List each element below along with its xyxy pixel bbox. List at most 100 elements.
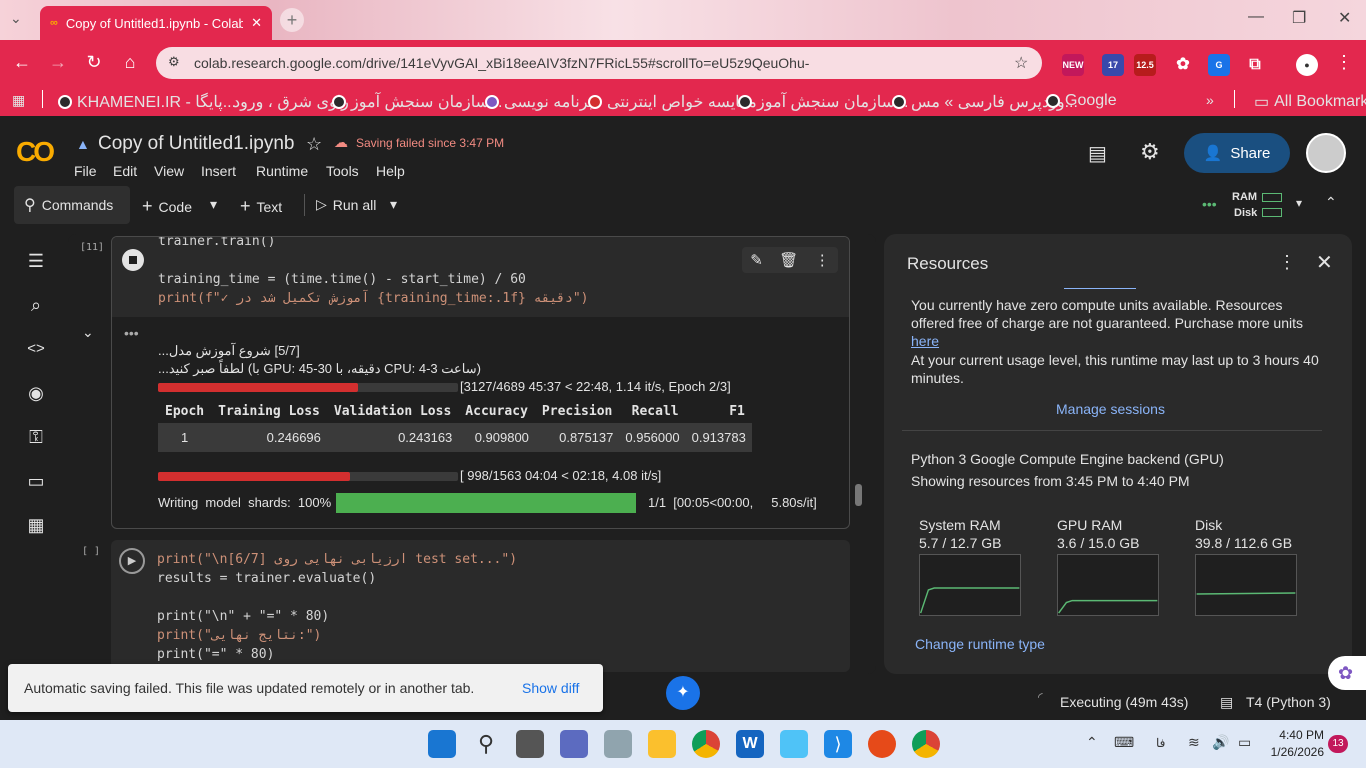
new-tab-button[interactable]: + — [280, 8, 304, 32]
keyboard-icon[interactable]: ⌨ — [1114, 734, 1134, 751]
browser-menu-icon[interactable]: ⋮ — [1332, 52, 1356, 73]
menu-runtime[interactable]: Runtime — [256, 163, 308, 179]
bookmark-item[interactable]: مقایسه خواص اینترنتی — [588, 92, 757, 112]
comments-icon[interactable]: ▤ — [1088, 141, 1107, 166]
code-cell[interactable]: ▶ print("\n[6/7] ارزیابی نهایی روی test … — [111, 540, 850, 672]
vscode-icon[interactable]: ⟩ — [824, 730, 852, 758]
output-menu-icon[interactable]: ••• — [124, 325, 139, 341]
show-hidden-icons[interactable]: ⌃ — [1086, 734, 1098, 751]
extension-badge-new[interactable]: NEW — [1062, 54, 1084, 76]
run-all-button[interactable]: ▷ Run all — [316, 196, 376, 213]
terminal-table-icon[interactable]: ▦ — [24, 513, 48, 537]
colab-logo[interactable]: CO — [16, 136, 55, 168]
close-tab-icon[interactable]: ✕ — [251, 15, 262, 31]
back-icon[interactable]: ← — [10, 52, 34, 73]
variables-icon[interactable]: ◉ — [24, 381, 48, 405]
more-icon[interactable]: ⋮ — [815, 251, 830, 269]
add-text-button[interactable]: + Text — [240, 196, 282, 217]
code-dropdown-icon[interactable]: ▾ — [210, 196, 217, 213]
close-icon[interactable]: ✕ — [1316, 250, 1333, 275]
assistant-icon[interactable]: ✿ — [1328, 656, 1366, 690]
extension-badge-17[interactable]: 17 — [1102, 54, 1124, 76]
url-input[interactable]: ⚙ colab.research.google.com/drive/141eVy… — [156, 47, 1042, 79]
more-icon[interactable]: ⋮ — [1278, 252, 1296, 273]
extensions-puzzle-icon[interactable]: ⧉ — [1244, 54, 1266, 76]
meet-icon[interactable] — [560, 730, 588, 758]
apps-grid-icon[interactable]: ▦ — [12, 92, 25, 109]
change-runtime-link[interactable]: Change runtime type — [915, 636, 1045, 652]
notebook-title[interactable]: Copy of Untitled1.ipynb — [98, 133, 294, 155]
save-status[interactable]: Saving failed since 3:47 PM — [356, 136, 504, 150]
bookmark-star-icon[interactable]: ☆ — [1014, 53, 1028, 73]
restore-icon[interactable]: ❐ — [1292, 8, 1306, 28]
clock-time[interactable]: 4:40 PM — [1266, 728, 1324, 742]
secrets-key-icon[interactable]: ⚿ — [24, 425, 48, 449]
edit-icon[interactable]: ✎ — [750, 251, 763, 269]
code-snippets-icon[interactable]: <> — [24, 337, 48, 361]
menu-insert[interactable]: Insert — [201, 163, 236, 179]
runtime-dropdown-icon[interactable]: ▾ — [1296, 196, 1302, 210]
battery-icon[interactable]: ▭ — [1238, 734, 1251, 751]
menu-edit[interactable]: Edit — [113, 163, 137, 179]
code-cell[interactable]: trainer.train() training_time = (time.ti… — [111, 236, 850, 529]
bookmark-item[interactable]: سازمان سنجش آموز... — [332, 92, 502, 112]
word-icon[interactable]: W — [736, 730, 764, 758]
commands-button[interactable]: ⚲ Commands — [14, 186, 130, 224]
collapse-output-icon[interactable]: ⌄ — [82, 324, 94, 341]
browser-tab[interactable]: ∞ Copy of Untitled1.ipynb - Colab ✕ — [40, 6, 272, 40]
ram-meter[interactable] — [1262, 193, 1282, 202]
menu-tools[interactable]: Tools — [326, 163, 359, 179]
run-cell-button[interactable]: ▶ — [119, 548, 145, 574]
start-windows-icon[interactable] — [428, 730, 456, 758]
chrome-profile-icon[interactable] — [912, 730, 940, 758]
executing-status[interactable]: Executing (49m 43s) — [1060, 694, 1188, 710]
extension-badge-125[interactable]: 12.5 — [1134, 54, 1156, 76]
chrome-icon[interactable] — [692, 730, 720, 758]
settings-gear-icon[interactable]: ⚙ — [1140, 139, 1160, 165]
collapse-header-icon[interactable]: ⌃ — [1325, 194, 1337, 211]
bookmark-item[interactable]: برنامه نویسی — [485, 92, 593, 112]
stop-execution-button[interactable] — [122, 249, 144, 271]
bookmark-item[interactable]: Google — [1046, 92, 1117, 110]
find-replace-icon[interactable]: ⌕ — [24, 293, 48, 317]
gemini-sparkle-icon[interactable]: ✦ — [666, 676, 700, 710]
menu-file[interactable]: File — [74, 163, 97, 179]
photos-icon[interactable] — [780, 730, 808, 758]
delete-icon[interactable]: 🗑 — [779, 251, 798, 269]
notification-badge[interactable]: 13 — [1328, 735, 1348, 753]
wifi-icon[interactable]: ≋ — [1188, 734, 1200, 751]
show-diff-button[interactable]: Show diff — [522, 680, 579, 696]
bookmark-item[interactable]: KHAMENEI.IR - پایگا... — [58, 92, 236, 112]
share-button[interactable]: 👤 Share — [1184, 133, 1290, 173]
manage-sessions-link[interactable]: Manage sessions — [1056, 401, 1165, 417]
files-folder-icon[interactable]: ▭ — [24, 469, 48, 493]
add-code-button[interactable]: + Code — [142, 196, 192, 217]
runtime-type[interactable]: T4 (Python 3) — [1246, 694, 1331, 710]
more-bookmarks-icon[interactable]: » — [1206, 92, 1214, 108]
table-of-contents-icon[interactable]: ☰ — [24, 249, 48, 273]
star-icon[interactable]: ☆ — [306, 134, 322, 155]
gear-extension-icon[interactable]: ✿ — [1172, 54, 1194, 76]
all-bookmarks[interactable]: ▭All Bookmarks — [1254, 92, 1366, 112]
home-icon[interactable]: ⌂ — [118, 52, 142, 73]
forward-icon[interactable]: → — [46, 52, 70, 73]
avatar[interactable] — [1306, 133, 1346, 173]
profile-avatar-icon[interactable]: ● — [1296, 54, 1318, 76]
app-icon[interactable] — [868, 730, 896, 758]
run-all-dropdown-icon[interactable]: ▾ — [390, 196, 397, 213]
menu-help[interactable]: Help — [376, 163, 405, 179]
bookmark-item[interactable]: سازمان سنجش آموز... — [738, 92, 908, 112]
menu-view[interactable]: View — [154, 163, 184, 179]
site-info-icon[interactable]: ⚙ — [168, 54, 180, 70]
reload-icon[interactable]: ↻ — [82, 52, 106, 73]
clock-date[interactable]: 1/26/2026 — [1266, 745, 1324, 759]
close-window-icon[interactable]: ✕ — [1338, 8, 1351, 28]
translate-extension-icon[interactable]: G — [1208, 54, 1230, 76]
drive-icon[interactable]: ▲ — [76, 136, 90, 152]
language-indicator[interactable]: فا — [1156, 736, 1165, 750]
disk-meter[interactable] — [1262, 208, 1282, 217]
tab-list-icon[interactable]: ⌄ — [10, 10, 22, 27]
volume-icon[interactable]: 🔊 — [1212, 734, 1229, 751]
file-explorer-icon[interactable] — [648, 730, 676, 758]
purchase-link[interactable]: here — [911, 333, 939, 349]
